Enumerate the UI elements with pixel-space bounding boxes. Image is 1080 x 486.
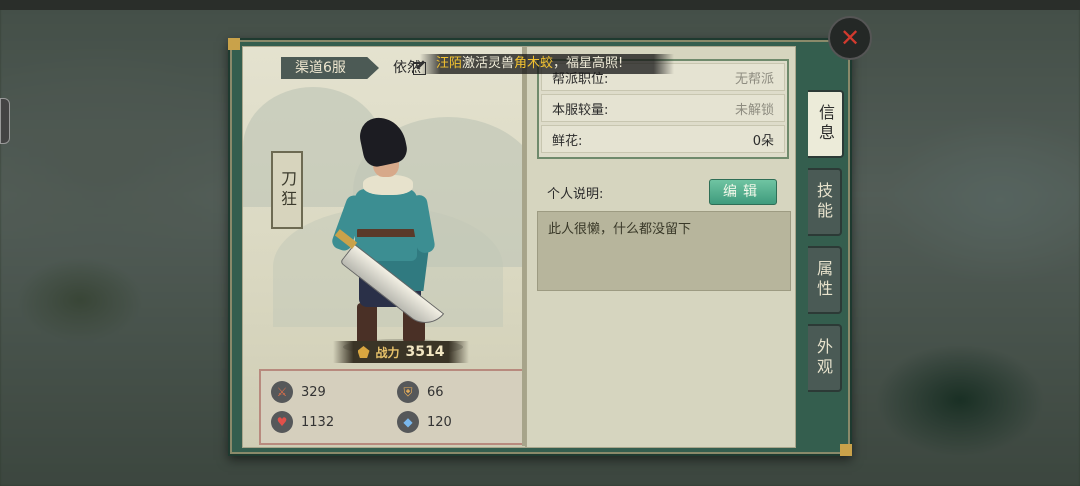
combat-power: 战力 3514	[333, 341, 469, 363]
mana-icon: ◆	[397, 411, 419, 433]
rank-row: 本服较量: 未解锁	[541, 94, 785, 122]
stat-value: 1132	[301, 414, 335, 430]
tab-appearance[interactable]: 外观	[808, 324, 842, 392]
rank-label: 本服较量:	[552, 102, 609, 118]
class-badge: 刀狂	[271, 151, 303, 229]
description-label: 个人说明:	[547, 187, 604, 202]
corner-ornament	[228, 38, 240, 50]
close-button[interactable]: ✕	[828, 16, 872, 60]
attack-icon: ⚔	[271, 381, 293, 403]
stat-value: 120	[427, 414, 452, 430]
health-icon: ♥	[271, 411, 293, 433]
flowers-label: 鲜花:	[552, 133, 583, 149]
rank-value: 未解锁	[734, 102, 774, 118]
tab-attributes[interactable]: 属性	[808, 246, 842, 314]
close-icon: ✕	[839, 24, 861, 52]
stats-box: ⚔ 329 ⛨ 66 ♥ 1132 ◆ 120	[259, 369, 525, 445]
announce-suffix: ，福星高照!	[553, 56, 624, 71]
stat-attack: ⚔ 329	[271, 381, 326, 403]
power-icon	[357, 346, 370, 358]
character-info-panel: 渠道6服 依然 刀狂 战力 3514 ⚔ 329 ⛨ 66 ♥ 1132 ◆ 1…	[228, 38, 852, 456]
announce-beast: 角木蛟	[514, 56, 554, 71]
power-label: 战力	[375, 345, 400, 360]
side-edge-handle[interactable]	[0, 98, 10, 144]
right-page: 帮派职位: 无帮派 本服较量: 未解锁 鲜花: 0朵 个人说明: 编辑 此人很懒…	[526, 46, 796, 448]
stat-health: ♥ 1132	[271, 411, 334, 433]
tab-info[interactable]: 信息	[808, 90, 844, 158]
flowers-value: 0朵	[752, 133, 774, 149]
defense-icon: ⛨	[397, 381, 419, 403]
announce-player: 汪陌	[436, 56, 463, 71]
corner-ornament	[840, 444, 852, 456]
flowers-row: 鲜花: 0朵	[541, 125, 785, 153]
announcement-banner: 汪陌激活灵兽角木蛟，福星高照!	[420, 54, 674, 74]
character-portrait	[330, 112, 463, 367]
stat-defense: ⛨ 66	[397, 381, 444, 403]
info-table: 帮派职位: 无帮派 本服较量: 未解锁 鲜花: 0朵	[537, 59, 789, 159]
edit-description-button[interactable]: 编辑	[709, 179, 777, 205]
stat-mana: ◆ 120	[397, 411, 452, 433]
server-label: 渠道6服	[281, 57, 379, 79]
stat-value: 66	[427, 384, 444, 400]
stat-value: 329	[301, 384, 326, 400]
left-page: 渠道6服 依然 刀狂 战力 3514 ⚔ 329 ⛨ 66 ♥ 1132 ◆ 1…	[242, 46, 543, 448]
announce-action: 激活灵兽	[462, 56, 515, 71]
top-strip	[0, 0, 1080, 10]
power-value: 3514	[405, 344, 445, 360]
description-text: 此人很懒，什么都没留下	[537, 211, 791, 291]
guild-value: 无帮派	[734, 71, 774, 87]
tab-skills[interactable]: 技能	[808, 168, 842, 236]
